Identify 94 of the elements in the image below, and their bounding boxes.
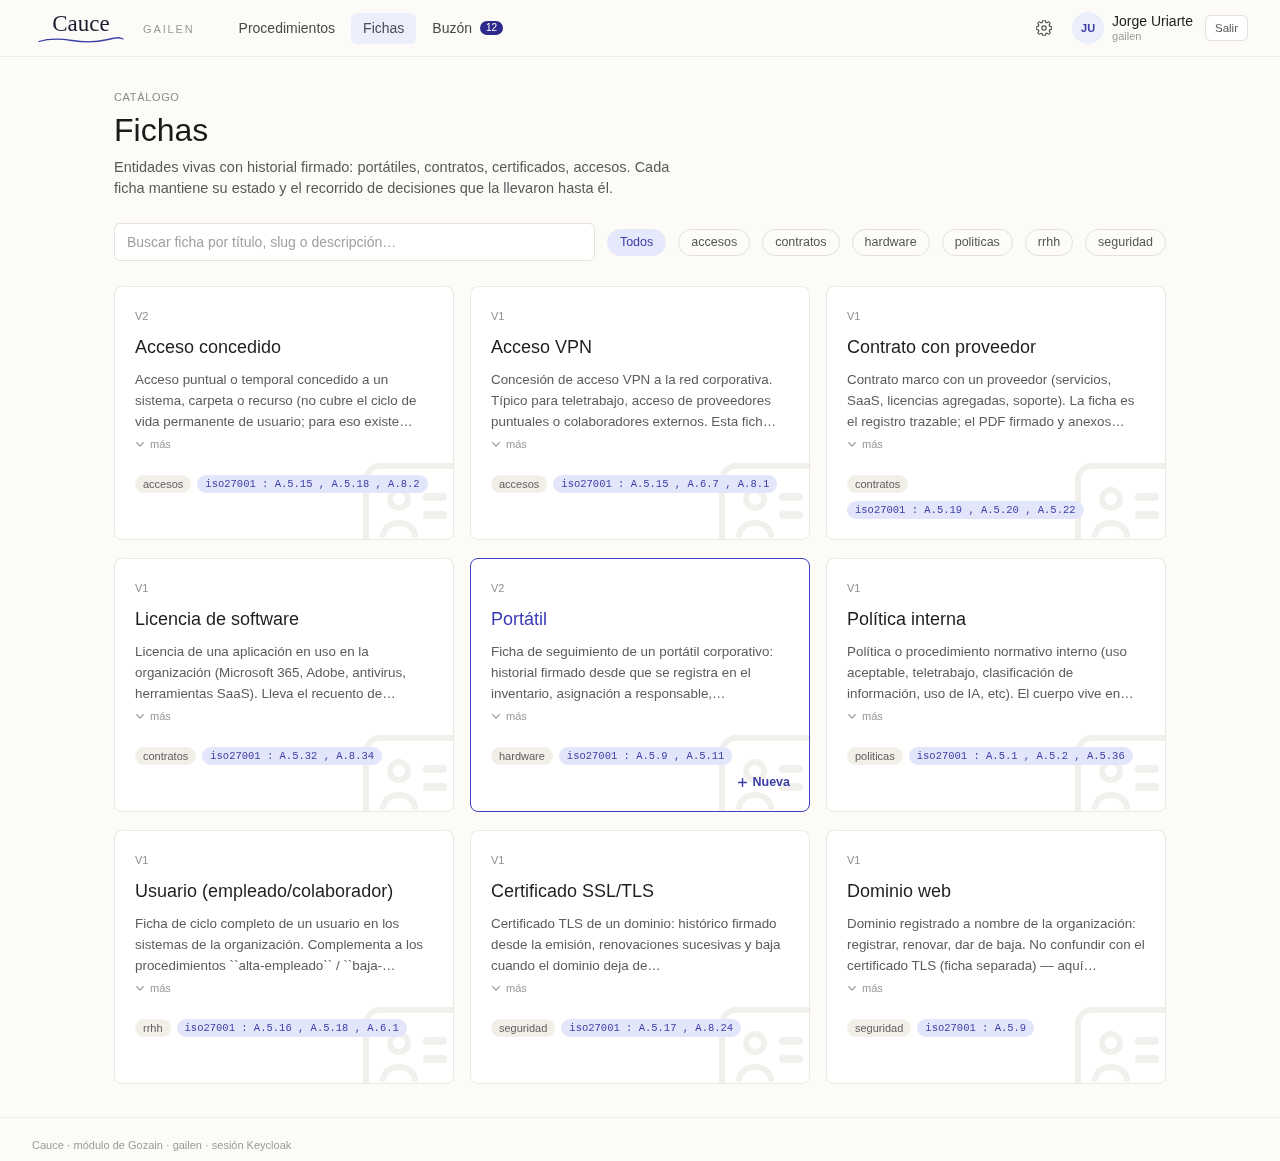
iso-control-tag: iso27001 : A.5.16 , A.5.18 , A.6.1: [176, 1019, 407, 1037]
id-card-icon: [1075, 735, 1165, 811]
user-avatar: JU: [1072, 12, 1105, 44]
record-card[interactable]: V1 Licencia de software Licencia de una aplicación en uso en la organización (Microsoft 365, Adobe, antivirus, herramientas SaaS). Lleva el recuento de… más contratos iso27001 : A.5.32 , A.8.34: [114, 558, 454, 812]
card-title: Portátil: [491, 608, 548, 631]
card-title: Política interna: [847, 608, 967, 631]
card-title: Licencia de software: [135, 608, 300, 631]
version-label: V1: [491, 309, 505, 323]
page-title: Fichas: [114, 111, 209, 150]
settings-icon[interactable]: [1036, 20, 1053, 36]
new-button[interactable]: Nueva: [738, 773, 790, 791]
version-label: V1: [847, 581, 861, 595]
version-label: V1: [135, 581, 149, 595]
chevron-down-icon: [136, 985, 144, 991]
card-description: Licencia de una aplicación en uso en la organización (Microsoft 365, Adobe, antivirus, herramientas SaaS). Lleva el recuento de…: [135, 643, 407, 703]
id-card-icon: [1075, 1007, 1165, 1083]
category-tag: accesos: [135, 475, 192, 493]
iso-control-tag: iso27001 : A.5.15 , A.5.18 , A.8.2: [197, 475, 428, 493]
chevron-down-icon: [136, 713, 144, 719]
page-description: Entidades vivas con historial firmado: portátiles, contratos, certificados, accesos. Cada ficha mantiene su estado y el recorrido de decisiones que la llevaron hasta él.: [114, 158, 671, 198]
nav-link[interactable]: Buzón 12: [420, 12, 516, 44]
footer-text: Cauce · módulo de Gozain · gailen · sesión Keycloak: [32, 1139, 292, 1151]
card-description: Contrato marco con un proveedor (servicios, SaaS, licencias agregadas, soporte). La ficha es el registro trazable; el PDF firmado y anexos…: [847, 371, 1136, 431]
version-label: V2: [135, 309, 149, 323]
chevron-down-icon: [492, 985, 500, 991]
plus-icon: [738, 777, 748, 787]
logo-link[interactable]: Cauce: [38, 11, 124, 43]
nav-link[interactable]: Fichas: [351, 12, 417, 44]
count-badge: 12: [480, 21, 504, 35]
filter-chip[interactable]: accesos: [678, 228, 751, 256]
iso-control-tag: iso27001 : A.5.1 , A.5.2 , A.5.36: [908, 747, 1133, 765]
category-tag: accesos: [491, 475, 548, 493]
filter-chip[interactable]: Todos: [606, 228, 667, 256]
iso-control-tag: iso27001 : A.5.32 , A.8.34: [202, 747, 383, 765]
chevron-down-icon: [848, 985, 856, 991]
filter-chip[interactable]: politicas: [941, 228, 1013, 256]
card-title: Certificado SSL/TLS: [491, 880, 655, 903]
card-description: Ficha de ciclo completo de un usuario en los sistemas de la organización. Complementa a los procedimientos ``alta-empleado`` / ``baja-…: [135, 915, 425, 975]
user-name: Jorge Uriarte: [1112, 13, 1193, 30]
category-tag: seguridad: [491, 1019, 556, 1037]
card-description: Política o procedimiento normativo interno (uso aceptable, teletrabajo, clasificación de información, uso de IA, etc). El cuerpo vive en…: [847, 643, 1135, 703]
version-label: V1: [491, 853, 505, 867]
id-card-icon: [1075, 463, 1165, 539]
org-name: GAILEN: [143, 23, 195, 35]
card-title: Acceso concedido: [135, 336, 282, 359]
category-tag: contratos: [135, 747, 197, 765]
card-description: Concesión de acceso VPN a la red corporativa. Típico para teletrabajo, acceso de proveedores puntuales o colaboradores externos. Esta fich…: [491, 371, 778, 431]
user-org: gailen: [1112, 30, 1142, 43]
iso-control-tag: iso27001 : A.5.17 , A.8.24: [561, 1019, 742, 1037]
version-label: V1: [847, 309, 861, 323]
version-label: V1: [847, 853, 861, 867]
search-field[interactable]: Buscar ficha por título, slug o descripción…: [114, 223, 595, 261]
card-title: Usuario (empleado/colaborador): [135, 880, 394, 903]
card-description: Ficha de seguimiento de un portátil corporativo: historial firmado desde que se registra en el inventario, asignación a responsable,…: [491, 643, 775, 703]
wave-icon: [38, 36, 124, 43]
card-description: Dominio registrado a nombre de la organización: registrar, renovar, dar de baja. No confundir con el certificado TLS (ficha separada) — aquí…: [847, 915, 1146, 975]
id-card-icon: [363, 1007, 453, 1083]
category-tag: contratos: [847, 475, 909, 493]
chevron-down-icon: [492, 713, 500, 719]
filter-chip[interactable]: hardware: [851, 228, 930, 256]
chevron-down-icon: [848, 713, 856, 719]
iso-control-tag: iso27001 : A.5.9 , A.5.11: [558, 747, 733, 765]
record-card[interactable]: [114, 830, 454, 1084]
card-description: Acceso puntual o temporal concedido a un sistema, carpeta o recurso (no cubre el ciclo de vida permanente de usuario; para eso existe…: [135, 371, 418, 431]
category-tag: hardware: [491, 747, 553, 765]
filter-chip[interactable]: seguridad: [1085, 228, 1166, 256]
chevron-down-icon: [136, 441, 144, 447]
record-card[interactable]: [114, 286, 454, 540]
record-card[interactable]: V1 Acceso VPN Concesión de acceso VPN a la red corporativa. Típico para teletrabajo, acceso de proveedores puntuales o colaboradores externos. Esta fich… más accesos iso27001 : A.5.15 , A.6.7 , A.8.1: [470, 286, 810, 540]
record-card[interactable]: V2 Portátil Ficha de seguimiento de un portátil corporativo: historial firmado desde que se registra en el inventario, asignación a responsable,… más hardware iso27001 : A.5.9 , A.5.11 Nueva: [470, 558, 810, 812]
nav-link[interactable]: Procedimientos: [226, 12, 348, 44]
filter-chip[interactable]: rrhh: [1024, 228, 1074, 256]
id-card-icon: [719, 463, 809, 539]
card-description: Certificado TLS de un dominio: histórico firmado desde la emisión, renovaciones sucesivas y baja cuando el dominio deja de…: [491, 915, 782, 975]
logout-button[interactable]: Salir: [1205, 15, 1248, 41]
category-tag: rrhh: [135, 1019, 171, 1037]
card-title: Acceso VPN: [491, 336, 593, 359]
iso-control-tag: iso27001 : A.5.9: [917, 1019, 1035, 1037]
category-tag: politicas: [847, 747, 903, 765]
filter-chip[interactable]: contratos: [762, 228, 840, 256]
card-title: Contrato con proveedor: [847, 336, 1037, 359]
card-title: Dominio web: [847, 880, 952, 903]
chevron-down-icon: [848, 441, 856, 447]
chevron-down-icon: [492, 441, 500, 447]
version-label: V1: [135, 853, 149, 867]
record-card[interactable]: [826, 558, 1166, 812]
category-tag: seguridad: [847, 1019, 912, 1037]
section-eyebrow: CATÁLOGO: [114, 90, 180, 104]
version-label: V2: [491, 581, 505, 595]
record-card[interactable]: [826, 286, 1166, 540]
record-card[interactable]: V1 Certificado SSL/TLS Certificado TLS de un dominio: histórico firmado desde la emisión, renovaciones sucesivas y baja cuando el dominio deja de… más seguridad iso27001 : A.5.17 , A.8.24: [470, 830, 810, 1084]
iso-control-tag: iso27001 : A.5.15 , A.6.7 , A.8.1: [553, 475, 778, 493]
iso-control-tag: iso27001 : A.5.19 , A.5.20 , A.5.22: [847, 501, 1084, 519]
record-card[interactable]: V1 Dominio web Dominio registrado a nombre de la organización: registrar, renovar, dar de baja. No confundir con el certificado TLS (ficha separada) — aquí… más seguridad iso27001 : A.5.9: [826, 830, 1166, 1084]
